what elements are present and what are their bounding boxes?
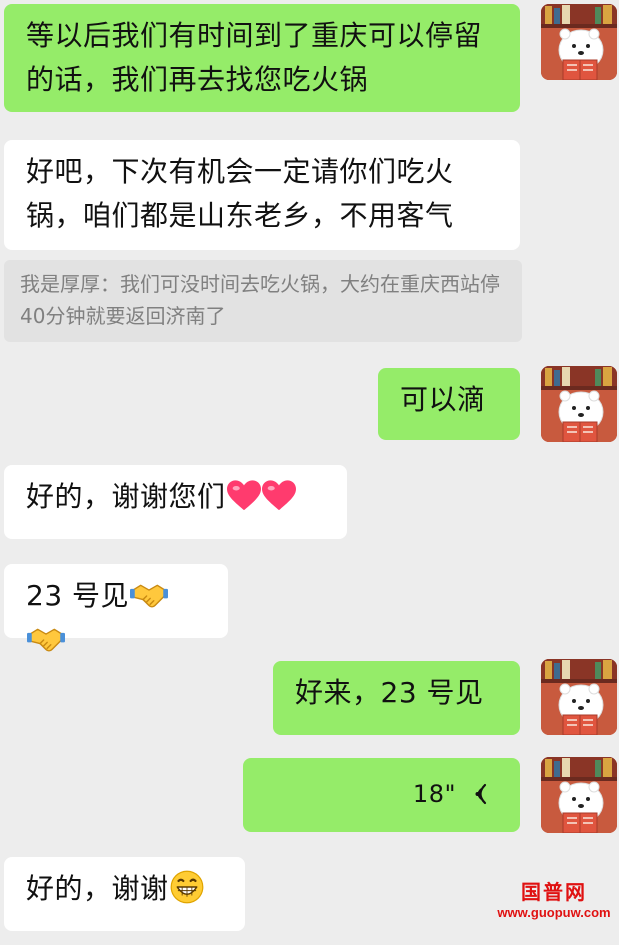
message-bubble-sent[interactable]: 等以后我们有时间到了重庆可以停留的话，我们再去找您吃火锅: [4, 4, 520, 112]
message-bubble-received[interactable]: 23 号见: [4, 564, 228, 638]
message-bubble-sent[interactable]: 可以滴: [378, 368, 520, 440]
message-text: 23 号见: [26, 579, 130, 612]
watermark-url: www.guopuw.com: [497, 905, 611, 920]
watermark-title: 国普网: [521, 880, 587, 904]
message-bubble-received[interactable]: 好的，谢谢: [4, 857, 245, 931]
message-text: 好的，谢谢您们: [26, 480, 226, 513]
message-text: 好来，23 号见: [295, 676, 484, 709]
avatar[interactable]: [541, 366, 617, 442]
message-text: 等以后我们有时间到了重庆可以停留的话，我们再去找您吃火锅: [26, 19, 483, 96]
message-text: 可以滴: [400, 383, 486, 416]
quoted-text: 我是厚厚：我们可没时间去吃火锅，大约在重庆西站停40分钟就要返回济南了: [20, 272, 500, 328]
polar-bear-reading-book-icon: [541, 366, 617, 442]
voice-duration: 18": [412, 780, 456, 808]
quoted-message[interactable]: 我是厚厚：我们可没时间去吃火锅，大约在重庆西站停40分钟就要返回济南了: [4, 260, 522, 342]
message-text: 好的，谢谢: [26, 872, 169, 905]
avatar[interactable]: [541, 757, 617, 833]
polar-bear-reading-book-icon: [541, 4, 617, 80]
watermark: 国普网 www.guopuw.com: [494, 880, 614, 922]
handshake-icon: [130, 581, 168, 611]
polar-bear-reading-book-icon: [541, 757, 617, 833]
polar-bear-reading-book-icon: [541, 659, 617, 735]
avatar[interactable]: [541, 4, 617, 80]
message-bubble-sent[interactable]: 好来，23 号见: [273, 661, 520, 735]
avatar[interactable]: [541, 659, 617, 735]
red-heart-icon: [227, 480, 261, 512]
handshake-icon: [27, 625, 65, 655]
message-text: 好吧，下次有机会一定请你们吃火锅，咱们都是山东老乡，不用客气: [26, 155, 454, 232]
voice-message-bubble[interactable]: 18": [243, 758, 520, 832]
message-bubble-received[interactable]: 好吧，下次有机会一定请你们吃火锅，咱们都是山东老乡，不用客气: [4, 140, 520, 250]
message-bubble-received[interactable]: 好的，谢谢您们: [4, 465, 347, 539]
grinning-face-icon: [170, 870, 204, 904]
red-heart-icon: [262, 480, 296, 512]
voice-wave-icon: [475, 783, 487, 805]
